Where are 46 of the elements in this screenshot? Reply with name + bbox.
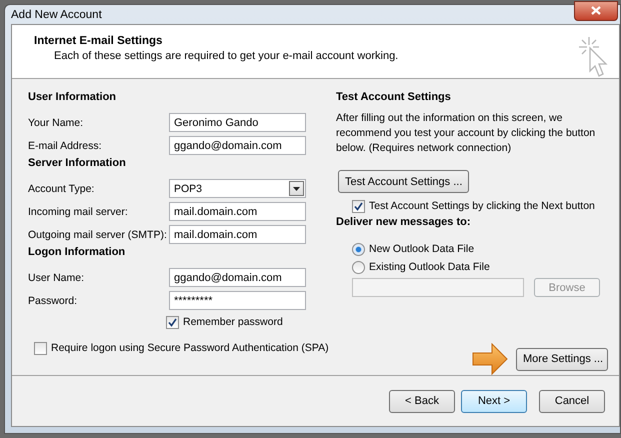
more-settings-button[interactable]: More Settings ... (516, 348, 608, 370)
section-heading: Server Information (28, 157, 127, 171)
field-label: Your Name: (28, 116, 84, 128)
section-heading: User Information (28, 91, 118, 105)
header-title: Internet E-mail Settings (34, 35, 164, 47)
footer-button[interactable]: < Back (389, 390, 455, 412)
checkbox[interactable] (166, 316, 179, 328)
dropdown-value: POP3 (174, 182, 202, 194)
close-button[interactable] (574, 0, 618, 20)
test-account-button[interactable]: Test Account Settings ... (338, 170, 470, 193)
header-subtitle: Each of these settings are required to get your e-mail account working. (54, 50, 398, 62)
field-label: Outgoing mail server (SMTP): (28, 228, 167, 240)
checkbox-label: Require logon using Secure Password Authentication (SPA) (51, 342, 329, 354)
close-icon (591, 6, 601, 15)
radio-button[interactable] (352, 260, 365, 274)
field-label: Password: (28, 294, 78, 306)
footer-button[interactable]: Next > (461, 390, 527, 412)
checkmark-icon (168, 318, 177, 326)
input-field[interactable]: Geronimo Gando (169, 113, 306, 132)
field-label: User Name: (28, 272, 84, 284)
radio-label: New Outlook Data File (369, 243, 474, 255)
input-field[interactable]: mail.domain.com (169, 202, 306, 221)
checkbox-label: Test Account Settings by clicking the Next button (369, 200, 595, 212)
window-title: Add New Account (11, 8, 102, 20)
dropdown-button[interactable] (289, 181, 304, 196)
input-field[interactable]: ggando@domain.com (169, 136, 306, 155)
checkmark-icon (354, 202, 363, 210)
radio-button[interactable] (352, 242, 365, 256)
description-text: After filling out the information on this screen, we recommend you test your account by clicking the button below. (Requires network connection) (336, 111, 596, 156)
checkbox-label: Remember password (183, 316, 283, 328)
arrow-icon (472, 343, 508, 375)
footer-button[interactable]: Cancel (539, 390, 605, 412)
section-heading: Logon Information (28, 246, 126, 260)
input-field[interactable]: mail.domain.com (169, 225, 306, 244)
checkbox[interactable] (34, 342, 47, 354)
caret-icon (293, 186, 300, 190)
field-label: Incoming mail server: (28, 206, 128, 218)
checkbox[interactable] (352, 200, 365, 212)
input-field[interactable]: ggando@domain.com (169, 268, 306, 287)
password-field[interactable]: ********* (169, 291, 306, 310)
field-label: Account Type: (28, 182, 94, 194)
radio-label: Existing Outlook Data File (369, 261, 490, 273)
section-heading: Deliver new messages to: (336, 216, 472, 230)
field-label: E-mail Address: (28, 140, 102, 152)
section-heading: Test Account Settings (336, 91, 452, 105)
account-type-dropdown[interactable]: POP3 (169, 179, 306, 198)
